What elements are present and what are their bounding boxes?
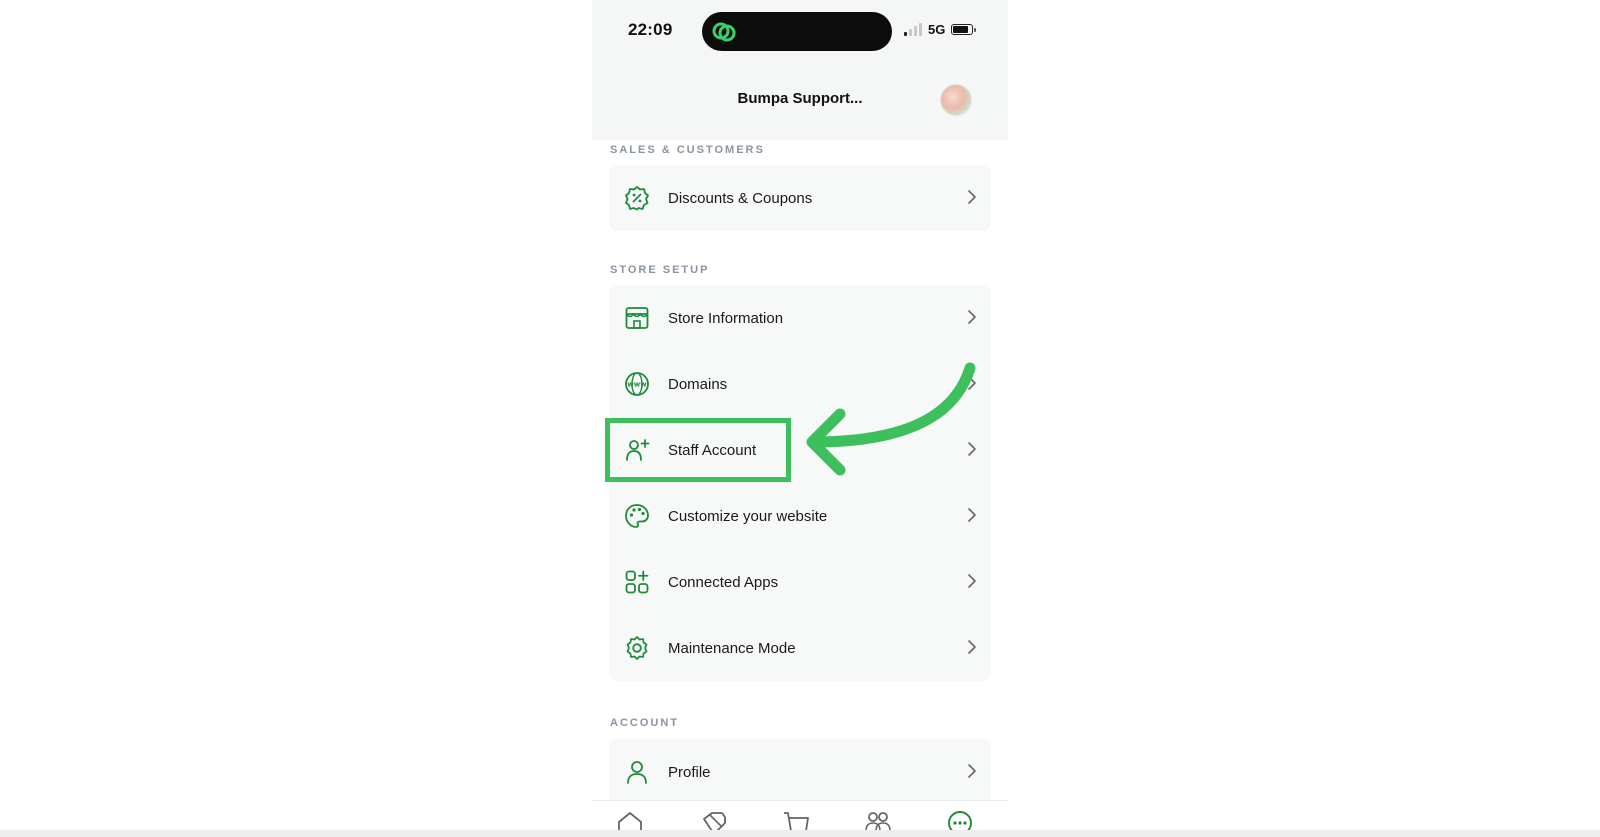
apps-grid-plus-icon bbox=[624, 569, 650, 595]
staff-account-highlight-box bbox=[605, 418, 791, 482]
page-bottom-strip bbox=[0, 830, 1600, 837]
discount-badge-icon bbox=[624, 185, 650, 211]
menu-item-connected-apps[interactable]: Connected Apps bbox=[609, 549, 991, 615]
menu-item-label: Domains bbox=[668, 375, 728, 393]
chevron-right-icon bbox=[967, 309, 977, 325]
cart-icon[interactable] bbox=[782, 809, 810, 830]
svg-text:www: www bbox=[627, 381, 647, 389]
menu-item-label: Customize your website bbox=[668, 507, 828, 525]
menu-item-label: Discounts & Coupons bbox=[668, 189, 813, 207]
signal-icon bbox=[904, 23, 922, 36]
chevron-right-icon bbox=[967, 189, 977, 205]
chevron-right-icon bbox=[967, 763, 977, 779]
storefront-icon bbox=[624, 305, 650, 331]
network-type: 5G bbox=[928, 22, 946, 37]
menu-item-label: Maintenance Mode bbox=[668, 639, 796, 657]
card-sales-customers: Discounts & Coupons bbox=[609, 165, 991, 231]
menu-item-label: Profile bbox=[668, 763, 711, 781]
status-time: 22:09 bbox=[628, 20, 673, 39]
card-account: Profile bbox=[609, 739, 991, 805]
chevron-right-icon bbox=[967, 639, 977, 655]
annotation-arrow-icon bbox=[806, 362, 976, 476]
menu-item-store-information[interactable]: Store Information bbox=[609, 285, 991, 351]
chevron-right-icon bbox=[967, 507, 977, 523]
app-header: 22:09 5G Bumpa Support... bbox=[592, 0, 1008, 140]
avatar[interactable] bbox=[940, 84, 972, 116]
menu-item-discounts-coupons[interactable]: Discounts & Coupons bbox=[609, 165, 991, 231]
chevron-right-icon bbox=[967, 573, 977, 589]
tag-icon[interactable] bbox=[700, 809, 728, 830]
section-label-account: ACCOUNT bbox=[610, 717, 679, 729]
gear-icon bbox=[624, 635, 650, 661]
menu-item-customize-website[interactable]: Customize your website bbox=[609, 483, 991, 549]
customers-icon[interactable] bbox=[864, 809, 892, 830]
section-label-sales-customers: SALES & CUSTOMERS bbox=[610, 144, 765, 156]
more-icon[interactable] bbox=[946, 809, 974, 830]
app-activity-icon bbox=[712, 22, 736, 42]
home-icon[interactable] bbox=[616, 809, 644, 830]
status-indicators: 5G bbox=[904, 22, 977, 37]
globe-www-icon: www bbox=[624, 371, 650, 397]
dynamic-island bbox=[702, 12, 892, 51]
palette-icon bbox=[624, 503, 650, 529]
bottom-tab-bar bbox=[592, 800, 1008, 830]
section-label-store-setup: STORE SETUP bbox=[610, 264, 710, 276]
battery-icon bbox=[951, 24, 977, 35]
menu-item-label: Store Information bbox=[668, 309, 784, 327]
menu-item-label: Connected Apps bbox=[668, 573, 779, 591]
menu-item-maintenance-mode[interactable]: Maintenance Mode bbox=[609, 615, 991, 681]
menu-item-profile[interactable]: Profile bbox=[609, 739, 991, 805]
user-icon bbox=[624, 759, 650, 785]
